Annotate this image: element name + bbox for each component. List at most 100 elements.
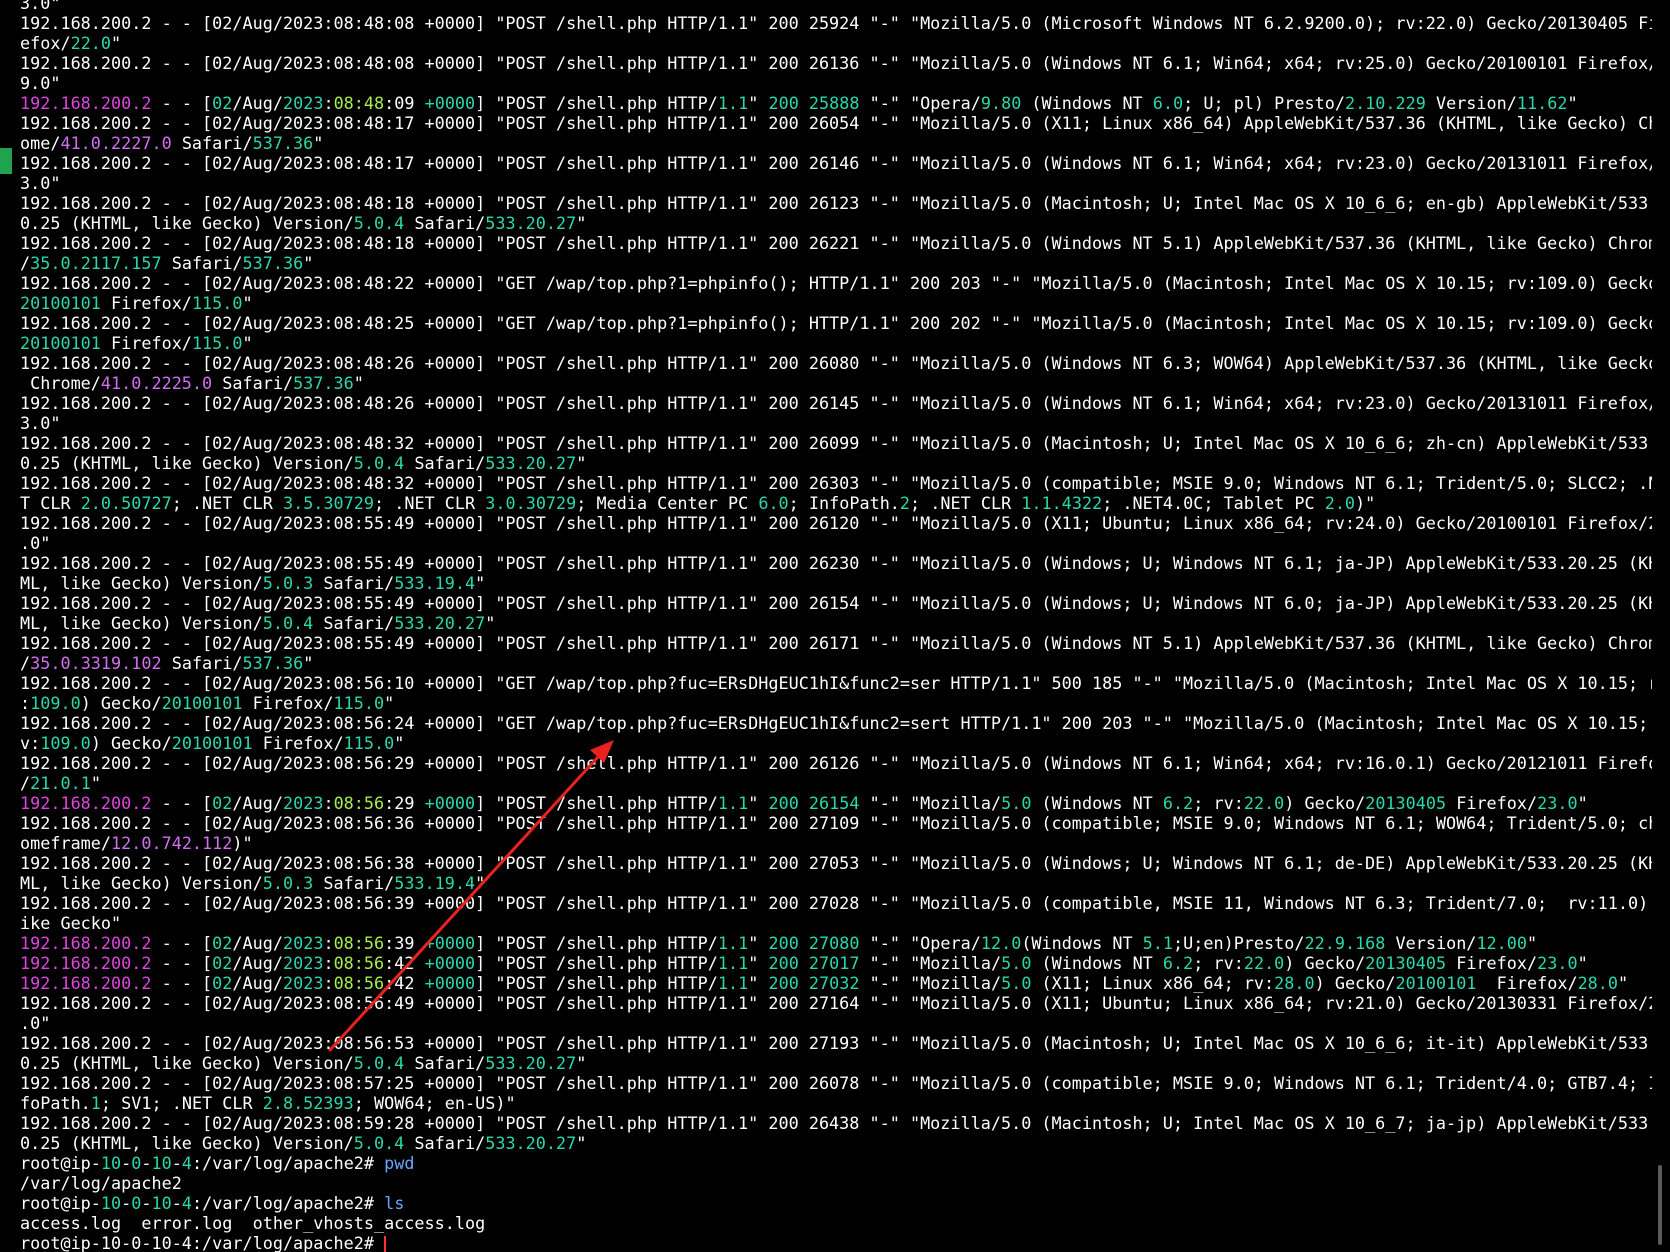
terminal-text: 115.0 (191, 333, 243, 353)
terminal-text: 2023 (282, 973, 324, 993)
terminal-line: 192.168.200.2 - - [02/Aug/2023:08:56:42 … (20, 973, 1652, 993)
terminal-text: /var/log/apache2 (20, 1173, 182, 1193)
terminal-text: ; .NET CLR (374, 493, 486, 513)
terminal-text: /Aug/ (232, 793, 283, 813)
terminal-text: - - [ (151, 933, 213, 953)
terminal-text: 6.0 (1152, 93, 1184, 113)
terminal-text: v: (20, 733, 41, 753)
terminal-text: Firefox/ (100, 333, 192, 353)
terminal-line: .0" (20, 1013, 1652, 1033)
terminal-text: 10 (100, 1193, 122, 1213)
terminal-text: / (20, 653, 31, 673)
terminal-text: 5.0 (1001, 973, 1032, 993)
terminal-text: 08:56 (333, 793, 385, 813)
terminal-text: " (303, 253, 314, 273)
terminal-text: 533.20.27 (485, 1053, 577, 1073)
terminal-text: " (384, 693, 395, 713)
terminal-text: " (576, 453, 587, 473)
terminal-line: 3.0" (20, 173, 1652, 193)
terminal-text: 200 27032 (768, 973, 860, 993)
terminal-line: T CLR 2.0.50727; .NET CLR 3.5.30729; .NE… (20, 493, 1652, 513)
terminal-text: 192.168.200.2 - - [02/Aug/2023:08:56:39 … (20, 893, 1652, 913)
terminal-text: 5.1 (1142, 933, 1174, 953)
terminal-text: )" (232, 833, 253, 853)
terminal-text: 1 (90, 1093, 101, 1113)
terminal-line: efox/22.0" (20, 33, 1652, 53)
terminal-text: Safari/ (404, 1133, 486, 1153)
terminal-text: ; rv: (1193, 793, 1244, 813)
terminal-text: :42 (384, 953, 425, 973)
terminal-line: 192.168.200.2 - - [02/Aug/2023:08:56:39 … (20, 893, 1652, 913)
terminal-line: root@ip-10-0-10-4:/var/log/apache2# (20, 1233, 1652, 1252)
terminal-text: 192.168.200.2 - - [02/Aug/2023:08:55:49 … (20, 513, 1652, 533)
terminal-text: 192.168.200.2 - - [02/Aug/2023:08:56:10 … (20, 673, 1652, 693)
terminal-text: / (20, 253, 31, 273)
terminal-text: Safari/ (313, 573, 395, 593)
terminal-text: 109.0 (40, 733, 91, 753)
terminal-text: 5.0.4 (262, 613, 314, 633)
terminal-text: 35.0.2117.157 (30, 253, 162, 273)
terminal-text: 2.8.52393 (262, 1093, 354, 1113)
terminal-line: omeframe/12.0.742.112)" (20, 833, 1652, 853)
terminal-text: " (394, 733, 405, 753)
terminal-text: 192.168.200.2 - - [02/Aug/2023:08:48:08 … (20, 53, 1652, 73)
terminal-text: : (20, 693, 31, 713)
terminal-line: 192.168.200.2 - - [02/Aug/2023:08:55:49 … (20, 513, 1652, 533)
terminal-line: 9.0" (20, 73, 1652, 93)
terminal-text: 22.9.168 (1304, 933, 1386, 953)
terminal-text: 0.25 (KHTML, like Gecko) Version/ (20, 1053, 354, 1073)
terminal-text: 20130405 (1365, 953, 1447, 973)
terminal-text: 109.0 (30, 693, 81, 713)
terminal-text: 08:56 (333, 933, 385, 953)
terminal-text: :/var/log/apache2# (192, 1153, 385, 1173)
terminal-text: 192.168.200.2 - - [02/Aug/2023:08:48:22 … (20, 273, 1652, 293)
terminal-text: 192.168.200.2 - - [02/Aug/2023:08:56:36 … (20, 813, 1652, 833)
terminal-text: Chrome/ (20, 373, 101, 393)
terminal-text: 10 (151, 1153, 172, 1173)
terminal-text: 192.168.200.2 - - [02/Aug/2023:08:57:25 … (20, 1073, 1652, 1093)
terminal-text: 08:56 (333, 973, 385, 993)
terminal-text: "-" "Mozilla/ (859, 953, 1002, 973)
terminal-line: root@ip-10-0-10-4:/var/log/apache2# ls (20, 1193, 1652, 1213)
terminal-line: foPath.1; SV1; .NET CLR 2.8.52393; WOW64… (20, 1093, 1652, 1113)
terminal-text: 1.1 (717, 953, 749, 973)
terminal-text: 5.0 (1001, 953, 1032, 973)
terminal-text: +0000 (424, 793, 476, 813)
terminal-text: .0" (20, 533, 51, 553)
terminal-text: +0000 (424, 953, 476, 973)
terminal-line: 192.168.200.2 - - [02/Aug/2023:08:56:42 … (20, 953, 1652, 973)
terminal-text: Firefox/ (1446, 953, 1538, 973)
terminal-text: efox/ (20, 33, 71, 53)
terminal-text: 537.36 (242, 253, 304, 273)
terminal-text: 0 (131, 1153, 142, 1173)
terminal-text: - - [ (151, 93, 213, 113)
terminal-text: 6.0 (758, 493, 789, 513)
terminal-text: 02 (212, 953, 233, 973)
terminal-text: 1.1 (717, 933, 749, 953)
terminal-line: 3.0" (20, 413, 1652, 433)
terminal-text: 537.36 (252, 133, 314, 153)
terminal-text: 20100101 (171, 733, 253, 753)
terminal-text: 5.0.3 (262, 873, 314, 893)
scrollbar-thumb[interactable] (1658, 1165, 1662, 1245)
terminal-text: 0.25 (KHTML, like Gecko) Version/ (20, 453, 354, 473)
terminal-text: 192.168.200.2 (20, 93, 152, 113)
terminal-text: - - [ (151, 793, 213, 813)
terminal-text: - (171, 1153, 182, 1173)
terminal-text: :09 (384, 93, 425, 113)
terminal-text: " (1527, 933, 1538, 953)
terminal-text: Safari/ (161, 653, 243, 673)
terminal-text: - - [ (151, 973, 213, 993)
terminal-text: 11.62 (1516, 93, 1568, 113)
terminal-text: ; rv: (1193, 953, 1244, 973)
terminal-text: ] "POST /shell.php HTTP/ (475, 953, 718, 973)
terminal-text: 192.168.200.2 - - [02/Aug/2023:08:55:49 … (20, 553, 1652, 573)
terminal-text: 200 25888 (768, 93, 860, 113)
terminal-text: ML, like Gecko) Version/ (20, 873, 263, 893)
terminal-text: 5.0.3 (262, 573, 314, 593)
terminal-text: 02 (212, 793, 233, 813)
terminal-text: ; .NET CLR (910, 493, 1022, 513)
terminal-text: ) Gecko/ (1284, 953, 1366, 973)
terminal-window[interactable]: 3.0" 192.168.200.2 - - [02/Aug/2023:08:48… (0, 0, 1670, 1252)
terminal-text: /Aug/ (232, 973, 283, 993)
